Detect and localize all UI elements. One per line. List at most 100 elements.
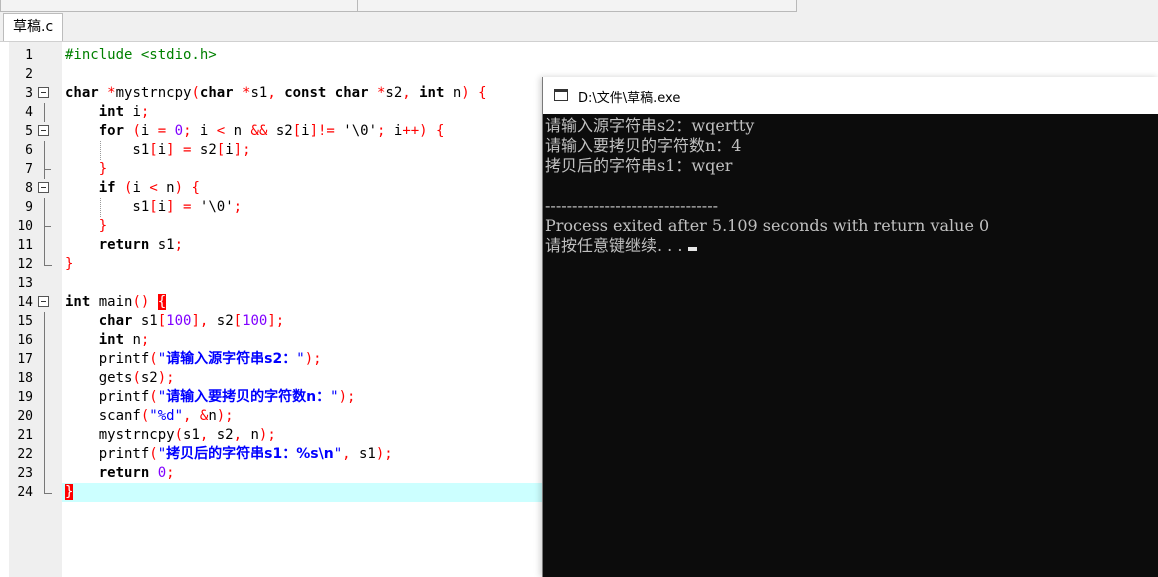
- code-token: (: [149, 389, 158, 405]
- code-token: char: [98, 313, 133, 329]
- code-text: int i;: [65, 103, 150, 122]
- code-token: int: [419, 85, 445, 101]
- fold-guide-line: [44, 407, 45, 426]
- code-token: =: [157, 123, 167, 139]
- line-number: 8: [25, 181, 33, 196]
- code-text: }: [65, 217, 107, 236]
- line-number: 7: [25, 162, 33, 177]
- fold-guide-line: [44, 388, 45, 407]
- code-text: for (i = 0; i < n && s2[i]!= '\0'; i++) …: [65, 122, 445, 141]
- code-token: char: [199, 85, 234, 101]
- code-token: '\0': [199, 199, 234, 215]
- code-token: s1: [183, 427, 200, 443]
- code-token: );: [157, 370, 175, 386]
- fold-toggle-icon[interactable]: [38, 182, 49, 193]
- line-number: 6: [25, 143, 33, 158]
- code-token: }: [98, 218, 108, 234]
- code-token: i: [385, 123, 403, 139]
- toolbar-panel-right: [357, 0, 797, 12]
- code-token: ;: [233, 199, 243, 215]
- console-window[interactable]: D:\文件\草稿.exe 请输入源字符串s2：wqertty 请输入要拷贝的字符数…: [542, 77, 1158, 577]
- code-token: i: [140, 123, 158, 139]
- code-token: int: [98, 332, 125, 348]
- code-token: s1: [149, 237, 175, 253]
- line-number: 18: [17, 371, 33, 386]
- code-token: ;: [183, 123, 192, 139]
- fold-toggle-icon[interactable]: [38, 296, 49, 307]
- fold-guide-line: [44, 103, 45, 122]
- toolbar-panel-left: [0, 0, 358, 12]
- code-token: i: [191, 123, 217, 139]
- code-text: return s1;: [65, 236, 183, 255]
- code-token: printf: [65, 389, 150, 405]
- text-cursor: [688, 247, 698, 251]
- code-token: n: [225, 123, 251, 139]
- code-token: {: [157, 294, 167, 310]
- code-token: n: [157, 180, 175, 196]
- code-token: ,: [183, 408, 200, 424]
- code-token: return: [98, 237, 150, 253]
- code-line[interactable]: 24}: [17, 483, 542, 502]
- code-token: 0: [157, 465, 167, 481]
- line-number: 17: [17, 352, 33, 367]
- code-line[interactable]: 1 #include <stdio.h>: [0, 46, 1158, 65]
- code-token: s2: [385, 85, 403, 101]
- code-token: gets: [65, 370, 133, 386]
- fold-toggle-icon[interactable]: [38, 87, 49, 98]
- code-token: i: [157, 199, 167, 215]
- fold-guide-line: [44, 198, 45, 217]
- code-token: s2: [216, 313, 234, 329]
- code-token: [: [157, 313, 167, 329]
- code-token: s2: [216, 427, 234, 443]
- code-token: n: [208, 408, 217, 424]
- code-token: [: [149, 142, 158, 158]
- line-number: 11: [17, 238, 33, 253]
- line-number: 2: [25, 67, 33, 82]
- code-token: [: [292, 123, 302, 139]
- code-token: (: [132, 123, 141, 139]
- fold-toggle-icon[interactable]: [38, 125, 49, 136]
- fold-guide-line: [44, 483, 52, 494]
- line-number: 22: [17, 447, 33, 462]
- code-token: ": [157, 446, 167, 462]
- line-number: 13: [17, 276, 33, 291]
- line-number: 14: [17, 295, 33, 310]
- line-number: 15: [17, 314, 33, 329]
- code-token: (: [149, 446, 158, 462]
- tab-source-file[interactable]: 草稿.c: [3, 13, 64, 41]
- top-toolbar-strip: [0, 0, 1158, 13]
- code-token: ;: [140, 104, 150, 120]
- code-token: printf: [65, 446, 150, 462]
- console-title-bar[interactable]: D:\文件\草稿.exe: [543, 77, 1158, 114]
- code-token: int: [65, 294, 91, 310]
- code-token: *: [107, 85, 116, 101]
- console-output-area[interactable]: 请输入源字符串s2：wqertty 请输入要拷贝的字符数n：4 拷贝后的字符串s1：…: [543, 114, 1158, 577]
- code-text: mystrncpy(s1, s2, n);: [65, 426, 276, 445]
- fold-guide-line: [44, 217, 51, 236]
- code-token: );: [216, 408, 234, 424]
- code-token: return: [98, 465, 150, 481]
- code-text: char s1[100], s2[100];: [65, 312, 285, 331]
- code-token: );: [258, 427, 276, 443]
- code-token: int: [98, 104, 125, 120]
- code-text: int n;: [65, 331, 150, 350]
- fold-guide-line: [44, 160, 51, 179]
- indent-guide: [100, 198, 101, 217]
- line-number: 16: [17, 333, 33, 348]
- code-token: ": [330, 389, 339, 405]
- code-text: int main() {: [65, 293, 167, 312]
- console-output-line: 拷贝后的字符串s1：wqer: [545, 156, 733, 175]
- code-text: }: [65, 255, 73, 274]
- code-token: ,: [267, 85, 285, 101]
- code-text: scanf("%d", &n);: [65, 407, 234, 426]
- code-token: 100: [166, 313, 192, 329]
- code-token: char: [334, 85, 369, 101]
- console-output-line: 请按任意键继续. . .: [545, 236, 698, 256]
- fold-guide-line: [44, 369, 45, 388]
